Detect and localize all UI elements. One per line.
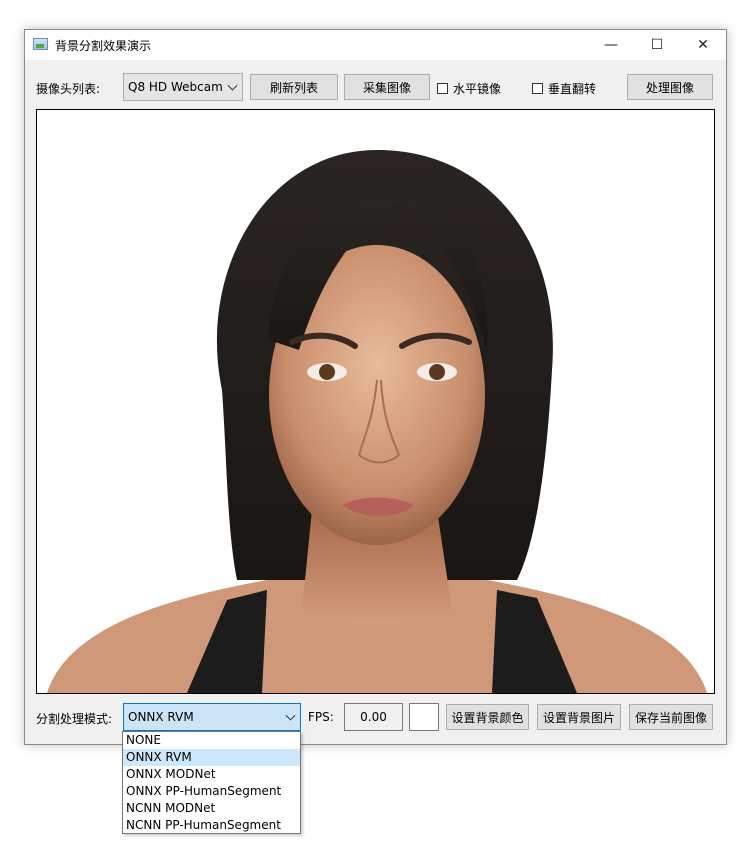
fps-value: 0.00 (344, 703, 403, 731)
bg-color-swatch (409, 703, 439, 731)
set-bg-image-button[interactable]: 设置背景图片 (537, 704, 621, 730)
mirror-checkbox-label: 水平镜像 (453, 82, 502, 96)
process-image-button[interactable]: 处理图像 (627, 74, 713, 100)
app-image-icon (33, 38, 48, 50)
iris-left (319, 364, 335, 380)
mode-select[interactable]: ONNX RVM (123, 703, 301, 731)
chevron-down-icon (227, 80, 238, 91)
flip-checkbox-box[interactable] (532, 83, 543, 94)
save-image-button[interactable]: 保存当前图像 (629, 704, 713, 730)
app-window: 背景分割效果演示 — ☐ ✕ 摄像头列表: Q8 HD Webcam 刷新列表 … (24, 29, 727, 745)
camera-select-value: Q8 HD Webcam (128, 80, 223, 94)
mode-option-onnx-pp-humansegment[interactable]: ONNX PP-HumanSegment (123, 783, 300, 800)
fps-label: FPS: (308, 710, 334, 724)
mode-option-ncnn-pp-humansegment[interactable]: NCNN PP-HumanSegment (123, 817, 300, 834)
mirror-checkbox-box[interactable] (437, 83, 448, 94)
chevron-down-icon (285, 710, 296, 721)
camera-list-label: 摄像头列表: (36, 82, 101, 96)
mode-option-ncnn-modnet[interactable]: NCNN MODNet (123, 800, 300, 817)
window-title: 背景分割效果演示 (55, 39, 152, 53)
minimize-button[interactable]: — (588, 30, 634, 60)
mode-label: 分割处理模式: (36, 712, 113, 726)
mode-dropdown-list[interactable]: NONE ONNX RVM ONNX MODNet ONNX PP-HumanS… (122, 731, 301, 834)
flip-checkbox-label: 垂直翻转 (548, 82, 597, 96)
close-button[interactable]: ✕ (680, 30, 726, 60)
camera-select[interactable]: Q8 HD Webcam (123, 73, 243, 101)
maximize-button[interactable]: ☐ (634, 30, 680, 60)
title-bar[interactable]: 背景分割效果演示 — ☐ ✕ (25, 30, 726, 60)
mode-option-onnx-rvm[interactable]: ONNX RVM (123, 749, 300, 766)
set-bg-color-button[interactable]: 设置背景颜色 (446, 704, 529, 730)
mirror-checkbox[interactable]: 水平镜像 (437, 80, 501, 97)
flip-checkbox[interactable]: 垂直翻转 (532, 80, 596, 97)
capture-image-button[interactable]: 采集图像 (344, 74, 430, 100)
portrait-image (47, 150, 707, 693)
mode-option-onnx-modnet[interactable]: ONNX MODNet (123, 766, 300, 783)
preview-area (36, 109, 715, 694)
mode-select-value: ONNX RVM (128, 710, 194, 724)
refresh-list-button[interactable]: 刷新列表 (250, 74, 338, 100)
mode-option-none[interactable]: NONE (123, 732, 300, 749)
iris-right (429, 364, 445, 380)
